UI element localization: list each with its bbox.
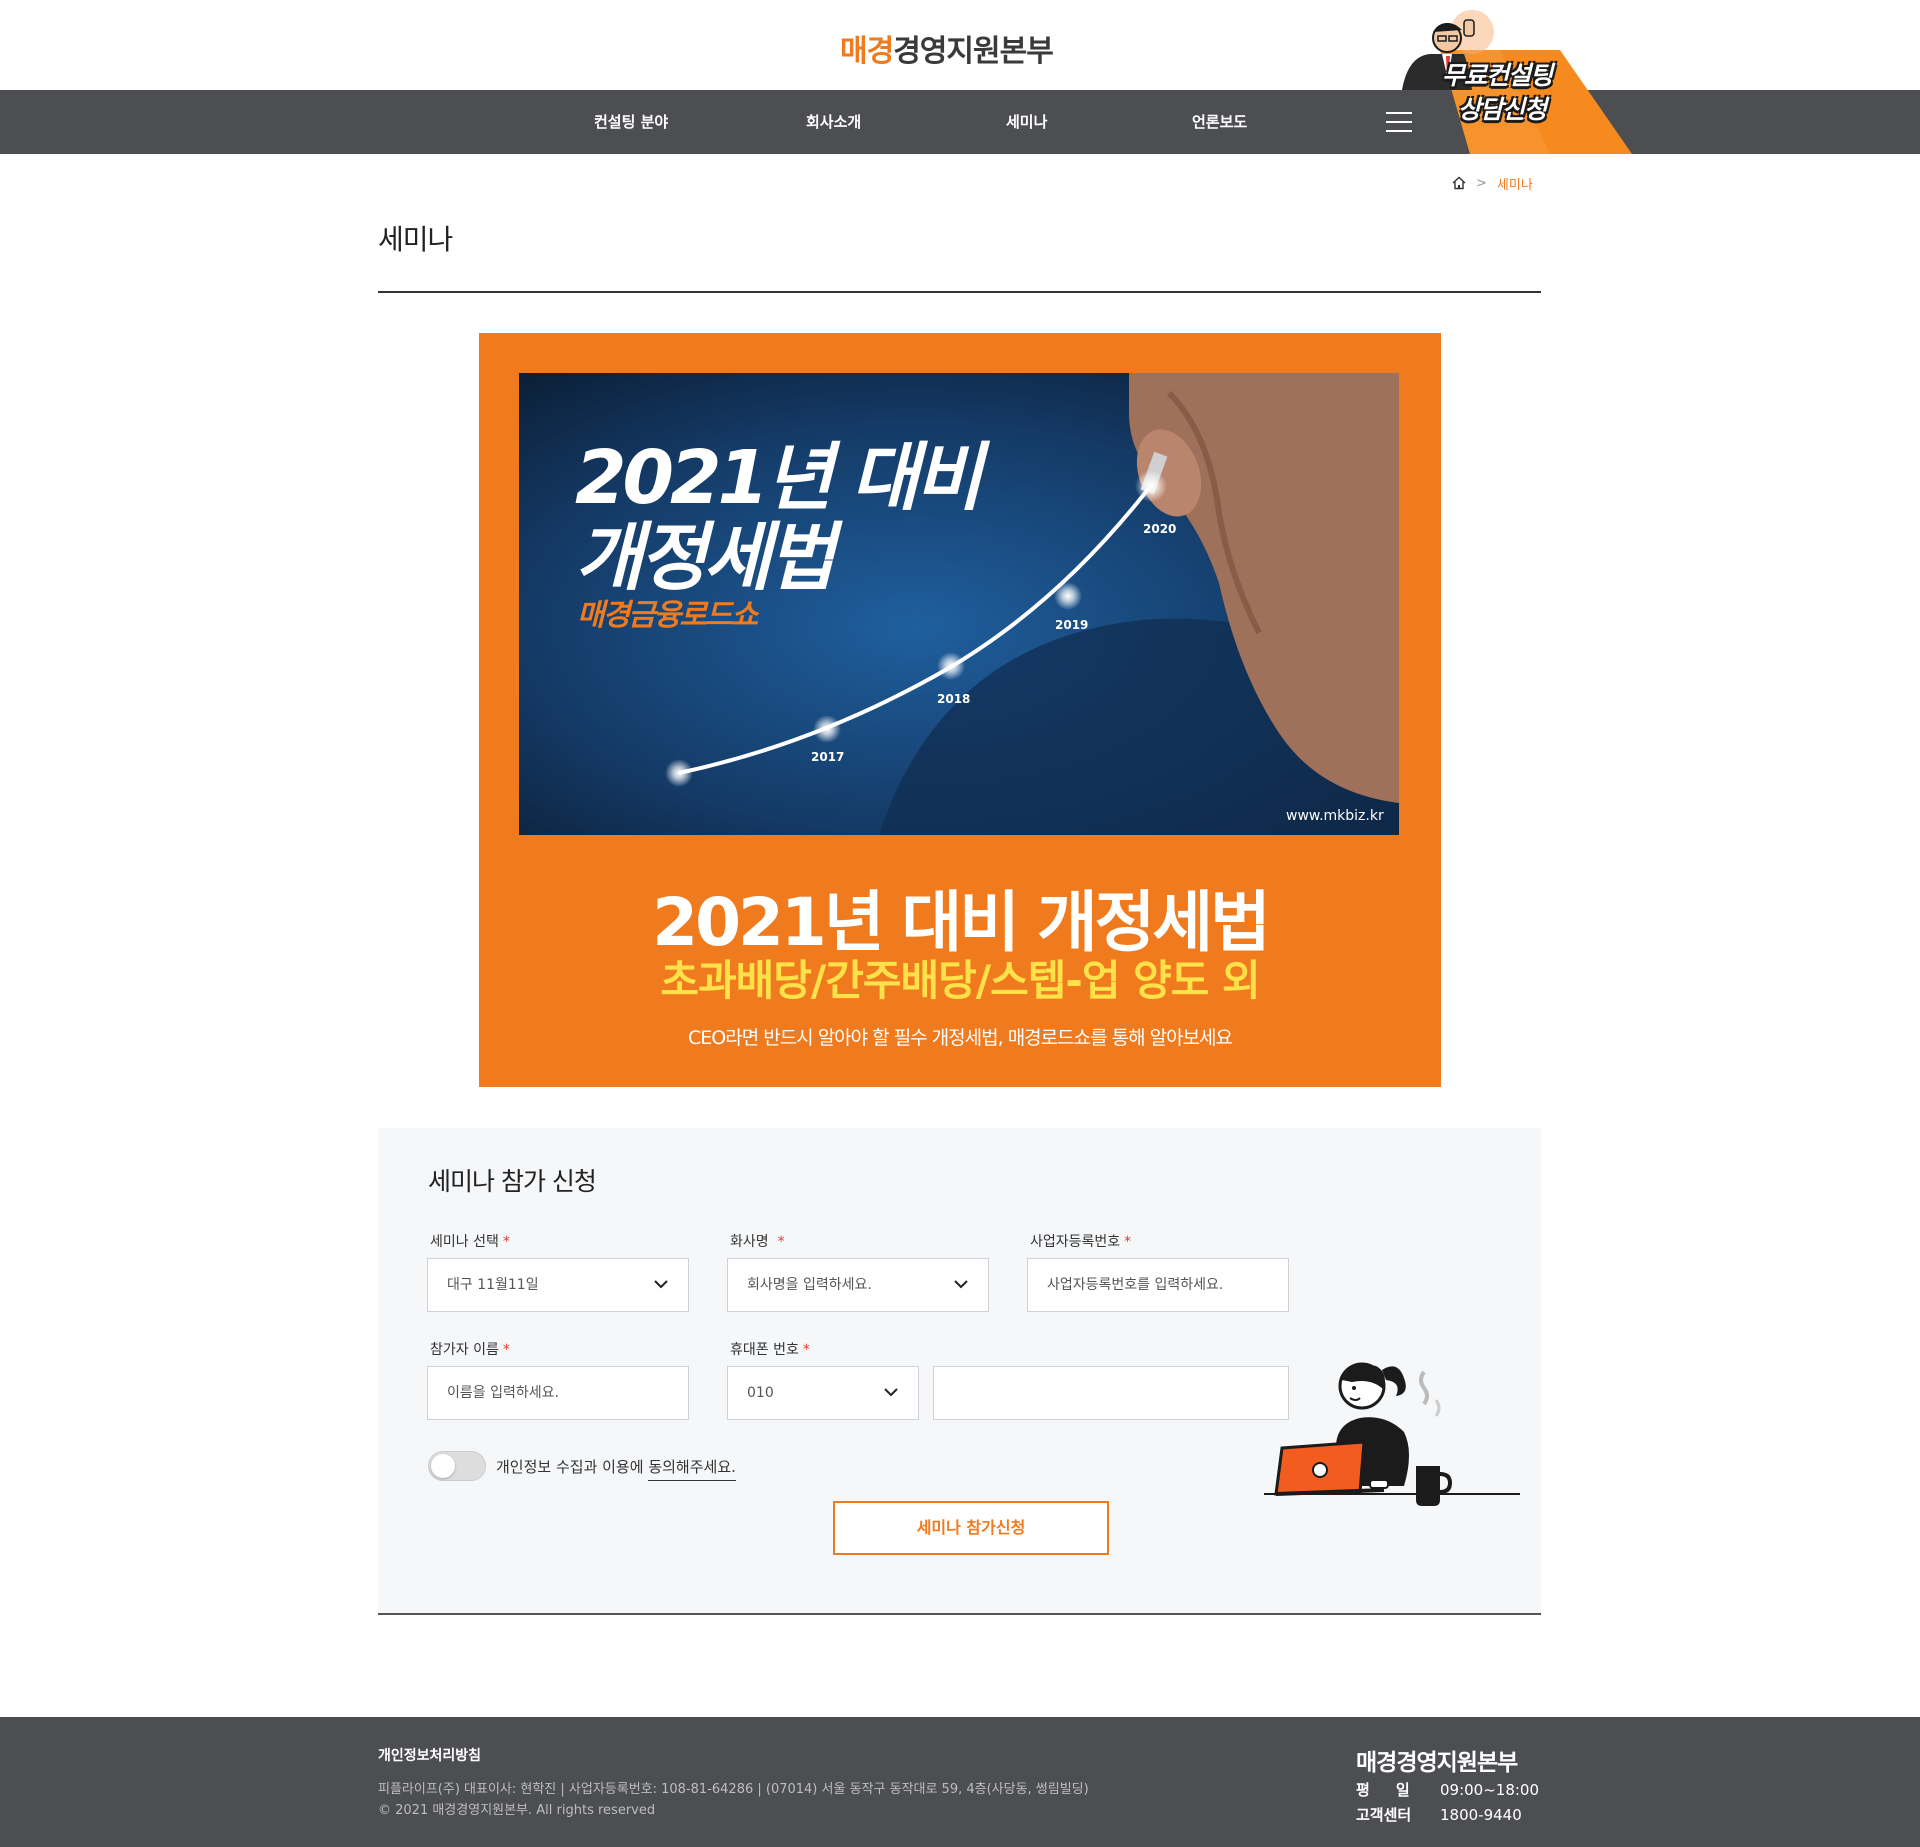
copyright: © 2021 매경경영지원본부. All rights reserved [378, 1803, 656, 1818]
year-label-2020: 2020 [1143, 522, 1176, 536]
toggle-knob [431, 1454, 455, 1478]
year-label-2019: 2019 [1055, 618, 1088, 632]
nav-item-consulting[interactable]: 컨설팅 분야 [594, 90, 668, 154]
privacy-policy-link[interactable]: 개인정보처리방침 [378, 1745, 481, 1765]
phone-label: 휴대폰 번호 * [730, 1342, 810, 1358]
photo-title-line1: 2021년 대비 [575, 435, 991, 521]
phone-number-input[interactable] [933, 1366, 1289, 1420]
banner-tagline: CEO라면 반드시 알아야 할 필수 개정세법, 매경로드쇼를 통해 알아보세요 [687, 1027, 1233, 1049]
banner-subheadline: 초과배당/간주배당/스텝-업 양도 외 [660, 956, 1260, 1005]
title-divider [378, 291, 1541, 293]
nav-item-about[interactable]: 회사소개 [806, 90, 861, 154]
breadcrumb-separator: > [1476, 175, 1487, 191]
phone-prefix-select[interactable]: 010 [727, 1366, 919, 1420]
photo-title-line2: 개정세법 [575, 515, 843, 601]
logo-rest: 경영지원본부 [893, 34, 1054, 69]
site-header: 매경경영지원본부 [0, 0, 1920, 90]
banner-url: www.mkbiz.kr [1286, 808, 1384, 824]
promo-line2: 상담신청 [1458, 95, 1547, 124]
seminar-select-value: 대구 11월11일 [447, 1277, 539, 1293]
bizno-input[interactable]: 사업자등록번호를 입력하세요. [1027, 1258, 1289, 1312]
chevron-down-icon [954, 1280, 968, 1289]
seminar-select[interactable]: 대구 11월11일 [427, 1258, 689, 1312]
nav-item-seminar[interactable]: 세미나 [1006, 90, 1047, 154]
name-input[interactable]: 이름을 입력하세요. [427, 1366, 689, 1420]
company-info: 피플라이프(주) 대표이사: 현학진 | 사업자등록번호: 108-81-642… [378, 1782, 1089, 1797]
logo-highlight: 매경 [840, 34, 894, 69]
site-footer: 개인정보처리방침 피플라이프(주) 대표이사: 현학진 | 사업자등록번호: 1… [0, 1717, 1920, 1847]
seminar-application-form: 세미나 참가 신청 세미나 선택 * 대구 11월11일 화사명 * 회사명을 입력… [378, 1128, 1541, 1615]
company-select-placeholder: 회사명을 입력하세요. [747, 1277, 872, 1293]
breadcrumb-current: 세미나 [1496, 177, 1533, 193]
company-select[interactable]: 회사명을 입력하세요. [727, 1258, 989, 1312]
year-label-2018: 2018 [937, 692, 970, 706]
customer-center: 고객센터 1800-9440 [1356, 1806, 1522, 1824]
privacy-consent-link[interactable]: 동의해주세요. [648, 1458, 736, 1481]
free-consulting-banner[interactable]: 무료컨설팅 상담신청 [1400, 10, 1632, 154]
breadcrumb: > 세미나 [1452, 174, 1533, 193]
seminar-select-label: 세미나 선택 * [430, 1234, 510, 1250]
year-label-2017: 2017 [811, 750, 844, 764]
privacy-consent-text: 개인정보 수집과 이용에 동의해주세요. [496, 1456, 736, 1481]
home-icon[interactable] [1452, 176, 1466, 190]
privacy-consent-toggle[interactable] [428, 1451, 486, 1481]
footer-brand: 매경경영지원본부 [1356, 1750, 1518, 1776]
bizno-label: 사업자등록번호 * [1030, 1234, 1132, 1250]
business-hours: 평 일 09:00~18:00 [1356, 1781, 1540, 1799]
woman-laptop-illustration-icon [1264, 1362, 1520, 1506]
promo-line1: 무료컨설팅 [1442, 61, 1553, 90]
main-nav: 컨설팅 분야 회사소개 세미나 언론보도 [0, 90, 1920, 154]
phone-prefix-value: 010 [747, 1385, 774, 1401]
seminar-banner: 2017 2018 2019 2020 2021년 대비 개정세법 매경금융로드… [479, 333, 1441, 1087]
seminar-apply-button[interactable]: 세미나 참가신청 [833, 1501, 1109, 1555]
form-title: 세미나 참가 신청 [428, 1167, 597, 1196]
company-label: 화사명 * [730, 1234, 785, 1250]
photo-subtitle: 매경금융로드쇼 [577, 598, 760, 633]
chevron-down-icon [654, 1280, 668, 1289]
site-logo[interactable]: 매경경영지원본부 [840, 26, 1054, 70]
chevron-down-icon [884, 1388, 898, 1397]
nav-item-press[interactable]: 언론보도 [1192, 90, 1247, 154]
seminar-banner-photo: 2017 2018 2019 2020 2021년 대비 개정세법 매경금융로드… [519, 373, 1399, 835]
name-label: 참가자 이름 * [430, 1342, 510, 1358]
page-title: 세미나 [378, 223, 453, 256]
